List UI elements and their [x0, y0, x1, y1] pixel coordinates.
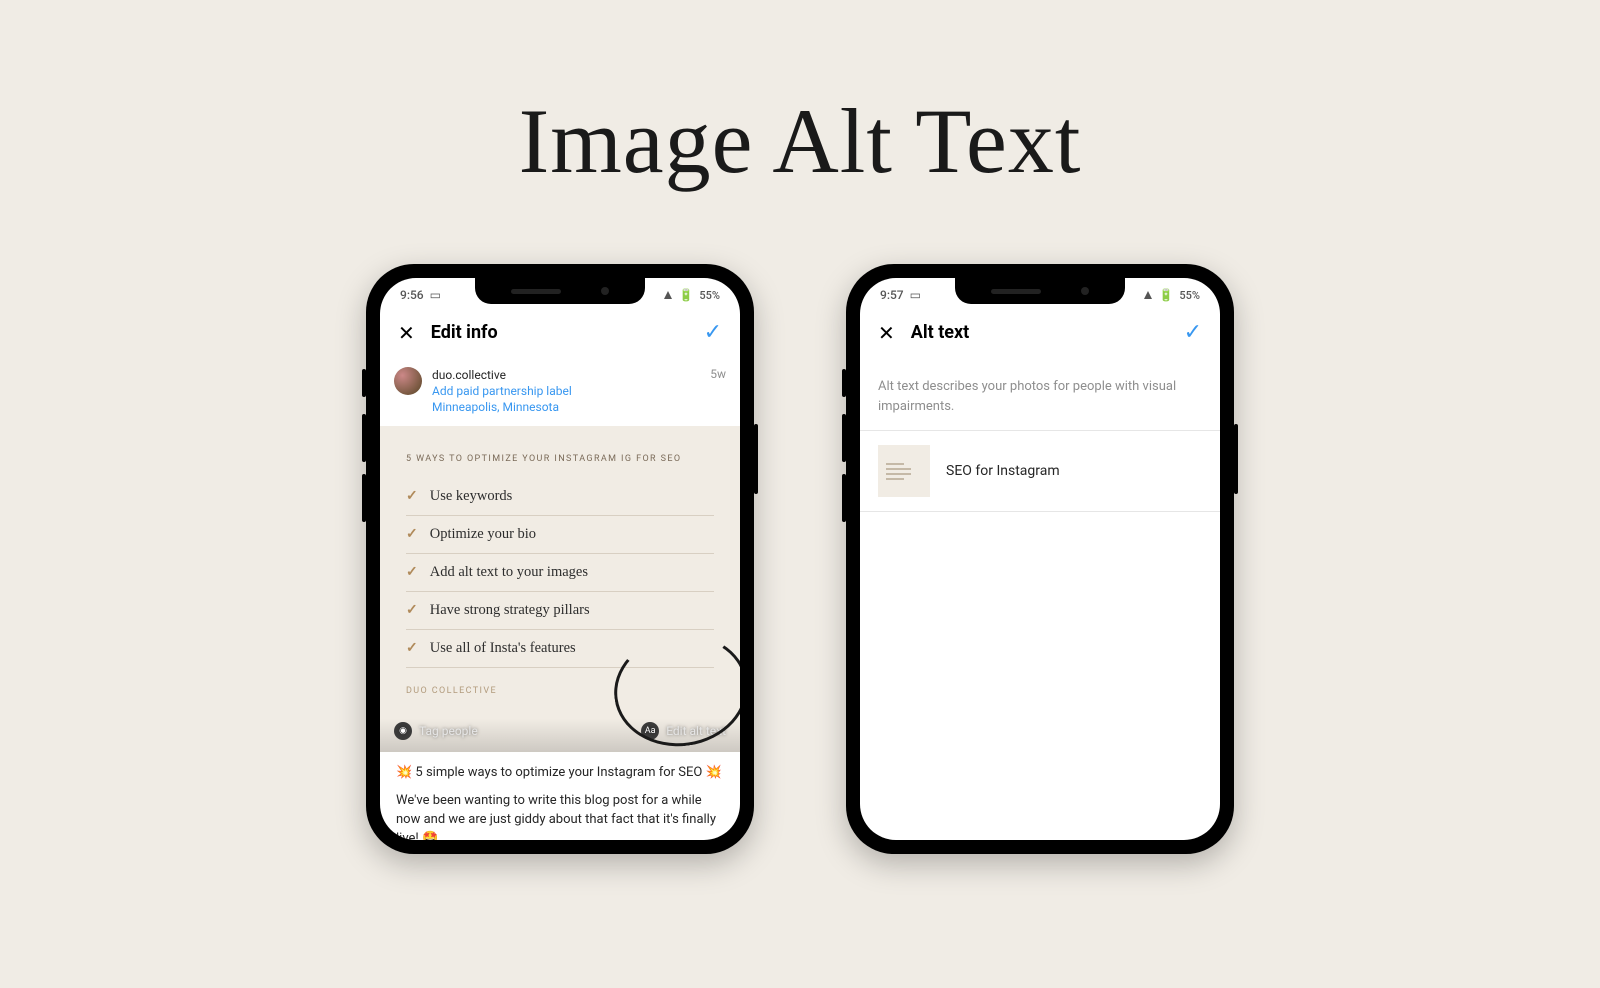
- post-image-heading: 5 WAYS TO OPTIMIZE YOUR INSTAGRAM IG FOR…: [406, 454, 714, 464]
- username[interactable]: duo.collective: [432, 367, 572, 383]
- confirm-check-icon[interactable]: ✓: [704, 320, 722, 345]
- tip-row: ✓ Add alt text to your images: [406, 554, 714, 592]
- header-title: Edit info: [431, 322, 688, 343]
- check-icon: ✓: [406, 640, 418, 657]
- tip-text: Use all of Insta's features: [430, 640, 576, 657]
- image-action-overlay: ◉ Tag people Aa Edit alt text: [380, 710, 740, 752]
- post-image: 5 WAYS TO OPTIMIZE YOUR INSTAGRAM IG FOR…: [380, 426, 740, 714]
- phone-frame-left: 9:56 ▭ 🔋 55% ✕ Edit info ✓ duo.collectiv…: [366, 264, 754, 854]
- aa-icon: Aa: [641, 722, 659, 740]
- screen-header: ✕ Alt text ✓: [860, 306, 1220, 359]
- tip-row: ✓ Optimize your bio: [406, 516, 714, 554]
- alt-text-input[interactable]: SEO for Instagram: [946, 463, 1060, 479]
- caption-line-2: We've been wanting to write this blog po…: [396, 792, 724, 840]
- battery-icon: 🔋: [1158, 288, 1173, 302]
- post-timestamp: 5w: [710, 367, 726, 381]
- tag-people-label: Tag people: [419, 724, 478, 738]
- check-icon: ✓: [406, 526, 418, 543]
- image-thumbnail: [878, 445, 930, 497]
- phone-screen-right: 9:57 ▭ 🔋 55% ✕ Alt text ✓ Alt text descr…: [860, 278, 1220, 840]
- confirm-check-icon[interactable]: ✓: [1184, 320, 1202, 345]
- tag-people-button[interactable]: ◉ Tag people: [394, 722, 478, 740]
- tip-row: ✓ Use all of Insta's features: [406, 630, 714, 668]
- phone-frame-right: 9:57 ▭ 🔋 55% ✕ Alt text ✓ Alt text descr…: [846, 264, 1234, 854]
- notification-icon: ▭: [910, 288, 921, 302]
- avatar[interactable]: [394, 367, 422, 395]
- check-icon: ✓: [406, 564, 418, 581]
- phone-screen-left: 9:56 ▭ 🔋 55% ✕ Edit info ✓ duo.collectiv…: [380, 278, 740, 840]
- person-icon: ◉: [394, 722, 412, 740]
- tip-text: Have strong strategy pillars: [430, 602, 590, 619]
- status-time: 9:57: [880, 288, 904, 302]
- signal-icon: [1144, 291, 1152, 299]
- battery-percent: 55%: [699, 289, 720, 302]
- battery-percent: 55%: [1179, 289, 1200, 302]
- signal-icon: [664, 291, 672, 299]
- close-icon[interactable]: ✕: [398, 321, 415, 345]
- screen-header: ✕ Edit info ✓: [380, 306, 740, 359]
- tip-row: ✓ Use keywords: [406, 478, 714, 516]
- phone-comparison: 9:56 ▭ 🔋 55% ✕ Edit info ✓ duo.collectiv…: [0, 264, 1600, 854]
- check-icon: ✓: [406, 488, 418, 505]
- edit-alt-label: Edit alt text: [666, 724, 726, 738]
- close-icon[interactable]: ✕: [878, 321, 895, 345]
- alt-text-description: Alt text describes your photos for peopl…: [860, 359, 1220, 431]
- location-link[interactable]: Minneapolis, Minnesota: [432, 399, 572, 415]
- caption-line-1: 💥 5 simple ways to optimize your Instagr…: [396, 764, 724, 783]
- brand-tag: DUO COLLECTIVE: [406, 686, 714, 696]
- tip-row: ✓ Have strong strategy pillars: [406, 592, 714, 630]
- caption-editor[interactable]: 💥 5 simple ways to optimize your Instagr…: [380, 752, 740, 840]
- tip-text: Add alt text to your images: [430, 564, 588, 581]
- status-time: 9:56: [400, 288, 424, 302]
- alt-text-row[interactable]: SEO for Instagram: [860, 431, 1220, 512]
- edit-alt-text-button[interactable]: Aa Edit alt text: [641, 722, 726, 740]
- tip-text: Use keywords: [430, 488, 513, 505]
- notification-icon: ▭: [430, 288, 441, 302]
- header-title: Alt text: [911, 322, 1168, 343]
- post-meta: duo.collective Add paid partnership labe…: [380, 359, 740, 426]
- tip-text: Optimize your bio: [430, 526, 536, 543]
- check-icon: ✓: [406, 602, 418, 619]
- battery-icon: 🔋: [678, 288, 693, 302]
- page-title: Image Alt Text: [0, 88, 1600, 194]
- partnership-link[interactable]: Add paid partnership label: [432, 383, 572, 399]
